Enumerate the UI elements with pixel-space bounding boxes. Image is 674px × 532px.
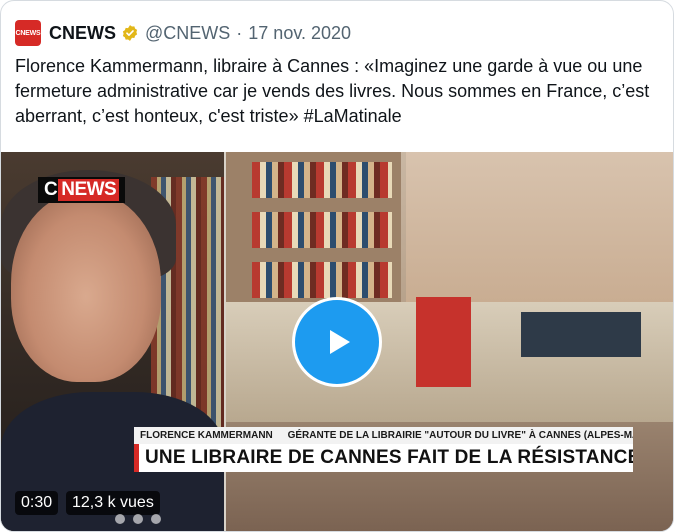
book-dark (521, 312, 641, 357)
book-red (416, 297, 471, 387)
mic-icon (115, 514, 125, 524)
cnews-logo-overlay: C NEWS (38, 177, 126, 203)
tweet-date[interactable]: 17 nov. 2020 (248, 23, 351, 44)
author-name[interactable]: CNEWS (49, 23, 116, 44)
video-player[interactable]: C NEWS FLORENCE KAMMERMANN GÉRANTE DE LA… (1, 152, 673, 531)
tweet-card[interactable]: CNEWS CNEWS @CNEWS · 17 nov. 2020 Floren… (0, 0, 674, 532)
player-controls-hint (115, 514, 161, 524)
view-count: 12,3 k vues (66, 491, 160, 515)
interviewee-face (11, 192, 161, 382)
lower-third-headline: UNE LIBRAIRE DE CANNES FAIT DE LA RÉSIST… (134, 444, 633, 472)
lower-third-caption: FLORENCE KAMMERMANN GÉRANTE DE LA LIBRAI… (134, 427, 633, 444)
play-button[interactable] (292, 297, 382, 387)
header-separator: · (236, 22, 243, 43)
video-duration: 0:30 (15, 491, 59, 515)
lower-third-role: GÉRANTE DE LA LIBRAIRIE "AUTOUR DU LIVRE… (287, 430, 633, 441)
play-icon (330, 330, 350, 354)
phone-icon (151, 514, 161, 524)
video-left-pane (1, 152, 224, 531)
tweet-text: Florence Kammermann, libraire à Cannes :… (15, 56, 650, 126)
book-row (252, 162, 392, 198)
avatar[interactable]: CNEWS (15, 20, 41, 46)
camera-icon (133, 514, 143, 524)
book-row (252, 212, 392, 248)
book-row (252, 262, 392, 298)
lower-third-name: FLORENCE KAMMERMANN (140, 430, 273, 441)
author-handle[interactable]: @CNEWS (145, 23, 230, 44)
bookstore-wall (406, 152, 673, 302)
avatar-label: CNEWS (15, 29, 41, 37)
lower-third: FLORENCE KAMMERMANN GÉRANTE DE LA LIBRAI… (134, 427, 633, 472)
logo-c: C (44, 179, 58, 200)
logo-news: NEWS (58, 179, 120, 201)
verified-badge-icon (121, 24, 139, 42)
tweet-header: CNEWS CNEWS @CNEWS · 17 nov. 2020 (15, 19, 351, 47)
